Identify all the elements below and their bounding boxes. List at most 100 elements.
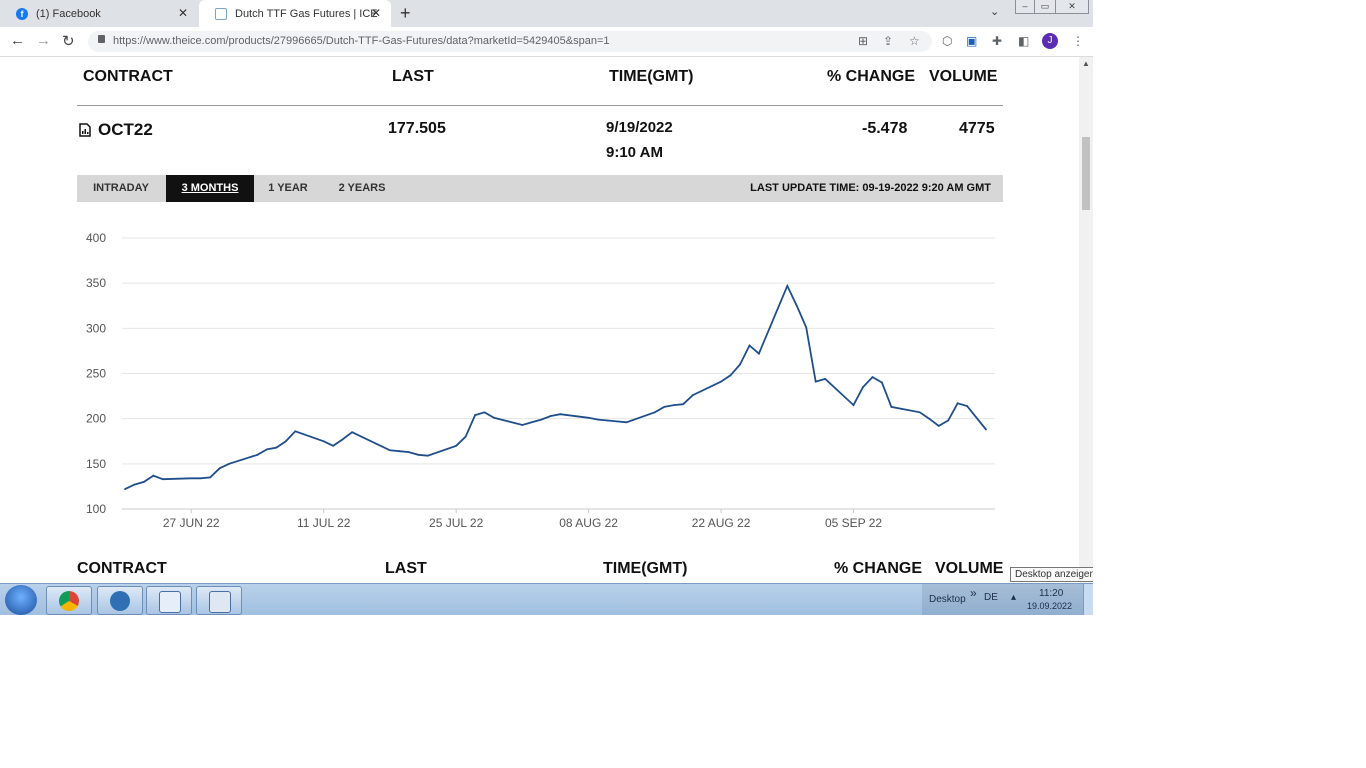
- reload-icon[interactable]: ↻: [62, 32, 75, 50]
- profile-avatar[interactable]: J: [1042, 33, 1058, 49]
- data-point: [540, 418, 543, 421]
- minimize-button[interactable]: –: [1015, 0, 1035, 14]
- bookmark-star-icon[interactable]: ☆: [909, 34, 920, 48]
- menu-kebab-icon[interactable]: ⋮: [1072, 34, 1084, 48]
- puzzle-icon[interactable]: ✚: [992, 34, 1002, 48]
- data-point: [758, 352, 760, 355]
- clock-time[interactable]: 11:20: [1039, 588, 1063, 599]
- header-divider: [77, 105, 1003, 106]
- browser-toolbar: ← → ↻ https://www.theice.com/products/27…: [0, 27, 1093, 57]
- data-point: [947, 419, 950, 422]
- header-change[interactable]: % CHANGE: [827, 68, 915, 86]
- data-point: [597, 418, 599, 421]
- show-desktop-button[interactable]: [1083, 584, 1093, 615]
- close-tab-icon[interactable]: ✕: [371, 6, 381, 20]
- tab-1-year[interactable]: 1 YEAR: [257, 175, 319, 202]
- url-text[interactable]: https://www.theice.com/products/27996665…: [113, 35, 610, 47]
- data-point: [389, 449, 391, 452]
- data-point: [199, 477, 202, 480]
- clock-date[interactable]: 19.09.2022: [1027, 601, 1072, 611]
- start-button[interactable]: [5, 585, 37, 615]
- footer-header-time[interactable]: TIME(GMT): [603, 560, 687, 578]
- data-point: [682, 403, 685, 406]
- data-point: [937, 424, 940, 427]
- header-contract[interactable]: CONTRACT: [83, 68, 173, 86]
- forward-arrow-icon[interactable]: →: [36, 32, 51, 49]
- tray-expand-icon[interactable]: ▴: [1011, 592, 1016, 603]
- address-bar[interactable]: https://www.theice.com/products/27996665…: [88, 31, 932, 52]
- x-tick-label: 05 SEP 22: [825, 516, 882, 530]
- data-point: [559, 413, 562, 416]
- data-point: [653, 411, 656, 414]
- close-tab-icon[interactable]: ✕: [178, 6, 188, 20]
- system-tray: Desktop » DE ▴ 11:20 19.09.2022: [922, 584, 1093, 615]
- header-last[interactable]: LAST: [392, 68, 434, 86]
- footer-header-last[interactable]: LAST: [385, 560, 427, 578]
- header-time[interactable]: TIME(GMT): [609, 68, 693, 86]
- document-icon: [159, 591, 181, 613]
- scroll-up-arrow-icon[interactable]: ▲: [1082, 59, 1090, 68]
- extension-2-icon[interactable]: ▣: [966, 34, 977, 48]
- tab-3-months[interactable]: 3 MONTHS: [166, 175, 254, 202]
- header-volume[interactable]: VOLUME: [929, 68, 997, 86]
- data-point: [351, 431, 353, 434]
- share-icon[interactable]: ⇪: [883, 34, 893, 48]
- calculator-icon: [209, 591, 231, 613]
- maximize-button[interactable]: ▭: [1034, 0, 1056, 14]
- y-tick-label: 350: [86, 276, 106, 290]
- tab-intraday[interactable]: INTRADAY: [77, 175, 165, 202]
- taskbar-app-3[interactable]: [146, 586, 192, 615]
- tab-ice-ttf[interactable]: Dutch TTF Gas Futures | ICE ✕: [199, 0, 391, 27]
- contract-name[interactable]: OCT22: [98, 120, 153, 140]
- desktop-toolbar-label[interactable]: Desktop: [929, 594, 966, 605]
- data-point: [805, 326, 808, 329]
- back-arrow-icon[interactable]: ←: [10, 32, 25, 49]
- data-point: [890, 406, 893, 408]
- data-point: [161, 478, 164, 481]
- price-chart: 400 350 300 250 200 150 100 27 JUN 22 11 JUL 22…: [86, 231, 995, 530]
- x-tick-label: 11 JUL 22: [297, 516, 351, 530]
- price-series-points: [124, 284, 987, 491]
- footer-header-volume[interactable]: VOLUME: [935, 560, 1003, 578]
- taskbar-app-2[interactable]: [97, 586, 143, 615]
- data-point: [407, 451, 410, 453]
- x-axis-ticks: 27 JUN 22 11 JUL 22 25 JUL 22 08 AUG 22 22 A…: [163, 509, 882, 530]
- taskbar-chrome[interactable]: [46, 586, 92, 615]
- data-point: [152, 474, 155, 477]
- vertical-scrollbar[interactable]: ▲: [1079, 57, 1093, 583]
- data-point: [587, 416, 590, 419]
- scroll-thumb[interactable]: [1082, 137, 1090, 210]
- data-point: [729, 374, 732, 377]
- footer-header-contract[interactable]: CONTRACT: [77, 560, 167, 578]
- data-point: [966, 405, 968, 407]
- data-point: [956, 402, 959, 405]
- chart-gridlines: [122, 237, 995, 510]
- tab-facebook[interactable]: f (1) Facebook ✕: [0, 0, 198, 27]
- chart-file-icon[interactable]: [79, 123, 91, 142]
- tab-search-chevron-icon[interactable]: ⌄: [990, 5, 999, 18]
- page-viewport: CONTRACT LAST TIME(GMT) % CHANGE VOLUME …: [0, 57, 1079, 583]
- side-panel-icon[interactable]: ◧: [1018, 34, 1029, 48]
- tab-strip: f (1) Facebook ✕ Dutch TTF Gas Futures |…: [0, 0, 1093, 27]
- data-point: [474, 414, 476, 416]
- y-tick-label: 300: [86, 321, 106, 335]
- data-point: [881, 381, 883, 384]
- language-indicator[interactable]: DE: [984, 592, 998, 603]
- tab-2-years[interactable]: 2 YEARS: [327, 175, 397, 202]
- data-point: [228, 462, 230, 465]
- toolbar-chevrons[interactable]: »: [970, 586, 977, 600]
- screen: f (1) Facebook ✕ Dutch TTF Gas Futures |…: [0, 0, 1093, 615]
- close-window-button[interactable]: ✕: [1055, 0, 1089, 14]
- data-point: [918, 411, 921, 414]
- y-tick-label: 100: [86, 502, 106, 516]
- extension-icon[interactable]: ⬡: [942, 34, 952, 48]
- footer-header-change[interactable]: % CHANGE: [834, 560, 922, 578]
- price-series-line: [124, 283, 987, 490]
- trade-time: 9:10 AM: [606, 144, 663, 161]
- range-tabs: INTRADAY 3 MONTHS 1 YEAR 2 YEARS LAST UP…: [77, 175, 1003, 202]
- taskbar-app-4[interactable]: [196, 586, 242, 615]
- show-desktop-tooltip: Desktop anzeigen: [1010, 567, 1093, 582]
- translate-icon[interactable]: ⊞: [858, 34, 868, 48]
- data-point: [133, 483, 136, 486]
- new-tab-button[interactable]: +: [400, 3, 411, 24]
